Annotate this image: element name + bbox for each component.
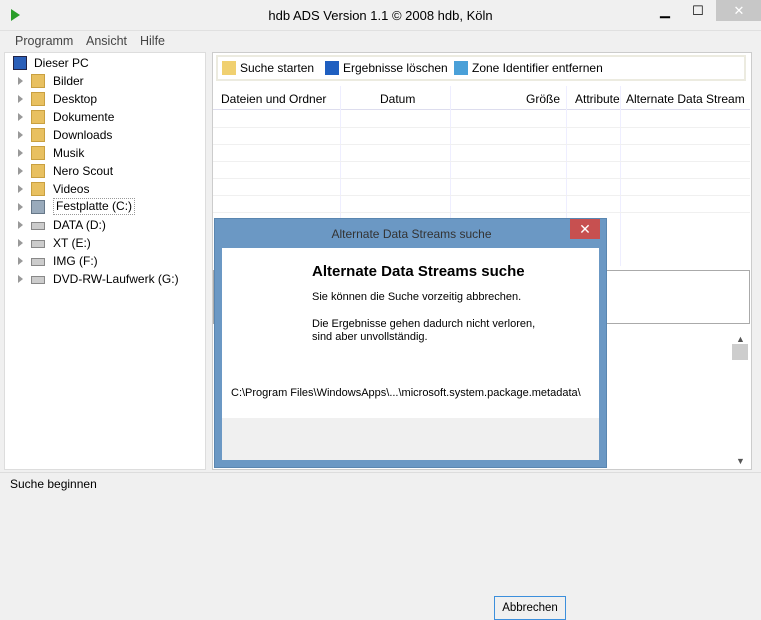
expand-icon[interactable] [18,185,23,193]
scroll-thumb[interactable] [732,344,748,360]
dialog-title: Alternate Data Streams suche [331,227,492,241]
folder-icon [31,182,45,196]
current-path: C:\Program Files\WindowsApps\...\microso… [231,387,581,399]
col-ads[interactable]: Alternate Data Stream [626,92,745,106]
expand-icon[interactable] [18,95,23,103]
undo-icon [325,61,339,75]
folder-icon [31,92,45,106]
menu-programm[interactable]: Programm [15,34,73,48]
dialog-heading: Alternate Data Streams suche [312,263,525,280]
folder-icon [31,128,45,142]
col-size[interactable]: Größe [526,92,560,106]
expand-icon[interactable] [18,257,23,265]
table-row [213,195,750,196]
dvd-icon [31,276,45,284]
dialog-text: sind aber unvollständig. [312,331,428,343]
recycle-icon [454,61,468,75]
title-bar: hdb ADS Version 1.1 © 2008 hdb, Köln ▁ ☐… [0,0,761,31]
col-files[interactable]: Dateien und Ordner [221,92,326,106]
search-dialog: Alternate Data Streams suche ✕ Alternate… [214,218,607,620]
close-button[interactable]: ✕ [716,0,761,21]
status-bar: Suche beginnen [0,472,761,499]
expand-icon[interactable] [18,275,23,283]
expand-icon[interactable] [18,203,23,211]
folder-icon [31,74,45,88]
scroll-down-icon[interactable]: ▼ [736,456,745,466]
window-title: hdb ADS Version 1.1 © 2008 hdb, Köln [268,8,493,23]
expand-icon[interactable] [18,131,23,139]
expand-icon[interactable] [18,113,23,121]
toolbar: Suche starten Ergebnisse löschen Zone Id… [216,55,746,81]
remove-zone-identifier-button[interactable]: Zone Identifier entfernen [454,61,603,75]
cancel-button[interactable]: Abbrechen [494,596,566,620]
clear-results-button[interactable]: Ergebnisse löschen [325,61,448,75]
scroll-up-icon[interactable]: ▲ [736,334,745,344]
table-row [213,127,750,128]
computer-icon [13,56,27,70]
maximize-button[interactable]: ☐ [683,0,713,21]
table-header: Dateien und Ordner Datum Größe Attribute… [213,86,750,110]
drive-icon [31,240,45,248]
table-row [213,161,750,162]
expand-icon[interactable] [18,167,23,175]
dialog-text: Die Ergebnisse gehen dadurch nicht verlo… [312,318,536,330]
drive-icon [31,222,45,230]
col-attributes[interactable]: Attribute [575,92,620,106]
column-divider [620,86,621,266]
dialog-body: Alternate Data Streams suche Sie können … [222,248,599,620]
drive-icon [31,258,45,266]
col-date[interactable]: Datum [380,92,415,106]
folder-tree[interactable]: Dieser PC Bilder Desktop Dokumente Downl… [4,52,206,470]
menu-bar: Programm Ansicht Hilfe [0,31,761,51]
expand-icon[interactable] [18,77,23,85]
table-row [213,178,750,179]
dialog-close-button[interactable]: ✕ [570,219,600,239]
status-text: Suche beginnen [10,477,97,491]
dialog-text: Sie können die Suche vorzeitig abbrechen… [312,291,522,303]
expand-icon[interactable] [18,239,23,247]
drive-icon [31,200,45,214]
expand-icon[interactable] [18,221,23,229]
minimize-button[interactable]: ▁ [650,0,680,21]
expand-icon[interactable] [18,149,23,157]
search-start-button[interactable]: Suche starten [222,61,314,75]
folder-icon [31,164,45,178]
menu-hilfe[interactable]: Hilfe [140,34,165,48]
folder-icon [31,146,45,160]
search-icon [222,61,236,75]
menu-ansicht[interactable]: Ansicht [86,34,127,48]
table-row [213,144,750,145]
dialog-footer: Abbrechen [222,418,599,620]
table-row [213,212,750,213]
scrollbar[interactable]: ▲ ▼ [732,332,748,468]
folder-icon [31,110,45,124]
